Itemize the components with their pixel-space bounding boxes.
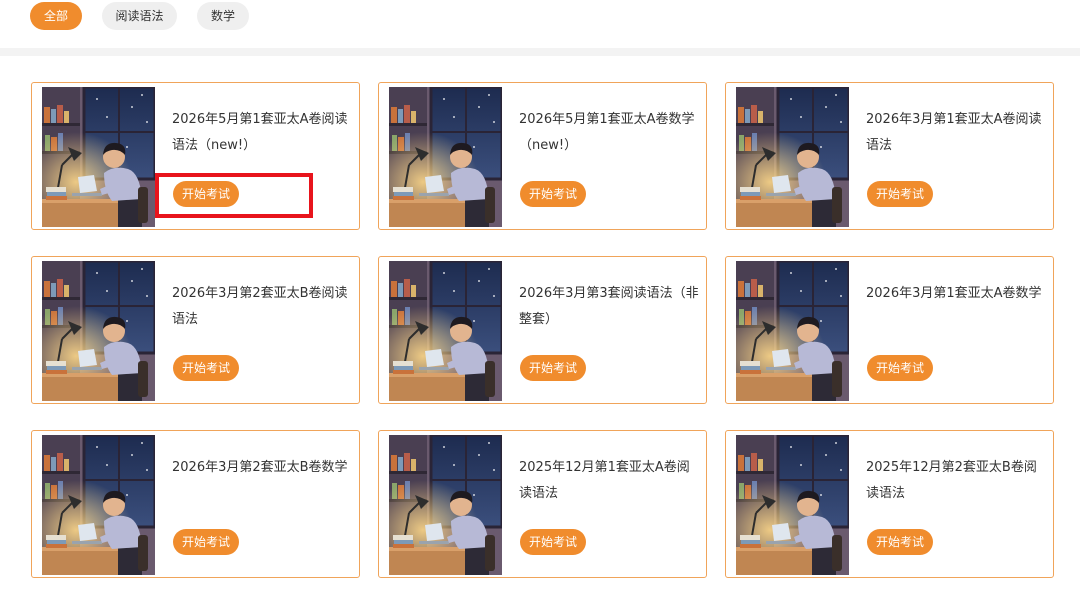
start-exam-button[interactable]: 开始考试 [520, 181, 586, 207]
exam-card[interactable]: 2026年3月第2套亚太B卷阅读语法开始考试 [31, 256, 360, 404]
filter-bar: 全部 阅读语法 数学 [0, 0, 1080, 48]
start-exam-button[interactable]: 开始考试 [867, 355, 933, 381]
exam-card[interactable]: 2025年12月第2套亚太B卷阅读语法开始考试 [725, 430, 1054, 578]
exam-card[interactable]: 2026年3月第2套亚太B卷数学开始考试 [31, 430, 360, 578]
start-exam-button[interactable]: 开始考试 [520, 529, 586, 555]
exam-card[interactable]: 2026年3月第1套亚太A卷阅读语法开始考试 [725, 82, 1054, 230]
exam-cover-image [389, 87, 502, 227]
exam-cover-image [42, 261, 155, 401]
exam-title: 2026年3月第1套亚太A卷阅读语法 [866, 112, 1042, 153]
exam-cover-image [42, 87, 155, 227]
start-exam-button[interactable]: 开始考试 [867, 529, 933, 555]
exam-title: 2026年3月第2套亚太B卷阅读语法 [172, 286, 348, 327]
exam-card[interactable]: 2025年12月第1套亚太A卷阅读语法开始考试 [378, 430, 707, 578]
exam-title: 2026年5月第1套亚太A卷阅读语法（new!） [172, 112, 348, 153]
start-exam-button[interactable]: 开始考试 [867, 181, 933, 207]
exam-card[interactable]: 2026年5月第1套亚太A卷数学（new!） 开始考试 [378, 82, 707, 230]
exam-title: 2026年5月第1套亚太A卷数学（new!） [519, 112, 695, 153]
exam-card[interactable]: 2026年3月第1套亚太A卷数学开始考试 [725, 256, 1054, 404]
filter-reading-grammar[interactable]: 阅读语法 [102, 2, 177, 30]
exam-title: 2026年3月第3套阅读语法（非整套） [519, 286, 699, 327]
exam-card[interactable]: 2026年5月第1套亚太A卷阅读语法（new!） 开始考试 [31, 82, 360, 230]
exam-cover-image [736, 261, 849, 401]
exam-cover-image [389, 435, 502, 575]
exam-title: 2026年3月第2套亚太B卷数学 [172, 460, 348, 475]
start-exam-button[interactable]: 开始考试 [173, 355, 239, 381]
start-exam-button[interactable]: 开始考试 [520, 355, 586, 381]
exam-title: 2026年3月第1套亚太A卷数学 [866, 286, 1042, 301]
exam-cover-image [389, 261, 502, 401]
exam-cover-image [42, 435, 155, 575]
exam-card[interactable]: 2026年3月第3套阅读语法（非整套） 开始考试 [378, 256, 707, 404]
exam-title: 2025年12月第2套亚太B卷阅读语法 [866, 460, 1037, 501]
filter-math[interactable]: 数学 [197, 2, 249, 30]
exam-title: 2025年12月第1套亚太A卷阅读语法 [519, 460, 690, 501]
start-exam-button[interactable]: 开始考试 [173, 181, 239, 207]
filter-all[interactable]: 全部 [30, 2, 82, 30]
exam-cover-image [736, 87, 849, 227]
exam-cover-image [736, 435, 849, 575]
start-exam-button[interactable]: 开始考试 [173, 529, 239, 555]
